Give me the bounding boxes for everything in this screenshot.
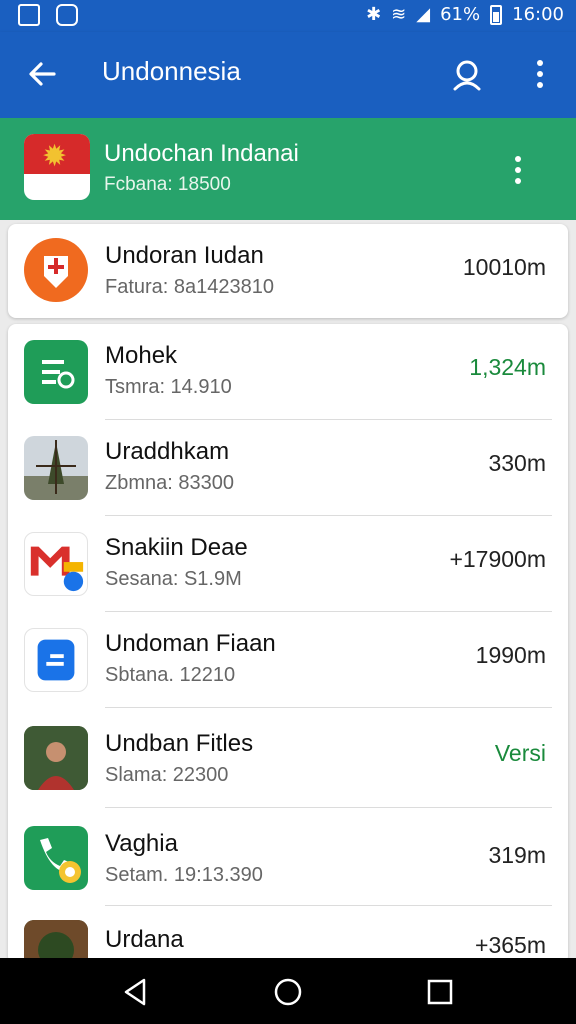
list-item[interactable]: Undoman Fiaan Sbtana. 12210 1990m (8, 612, 568, 708)
top-card[interactable]: Undoran Iudan Fatura: 8a1423810 10010m (8, 224, 568, 318)
item-name: Mohek (105, 342, 178, 369)
navigation-bar (0, 958, 576, 1024)
battery-icon (490, 4, 503, 25)
item-subtitle: Slama: 22300 (105, 764, 229, 786)
shield-icon (24, 238, 88, 302)
list-item[interactable]: Mohek Tsmra: 14.910 1,324m (8, 324, 568, 420)
item-name: Urdana (105, 926, 184, 953)
featured-menu-icon[interactable] (508, 154, 528, 188)
item-subtitle: Sesana: S1.9M (105, 568, 242, 590)
nav-back-icon[interactable] (120, 976, 152, 1008)
list-item[interactable]: Undban Fitles Slama: 22300 Versi (8, 708, 568, 808)
item-value: 1,324m (469, 354, 546, 380)
bluetooth-icon: ✱ (366, 4, 382, 25)
back-arrow-icon[interactable] (26, 58, 58, 90)
nav-home-icon[interactable] (272, 976, 304, 1008)
list-item[interactable]: Undoran Iudan Fatura: 8a1423810 10010m (8, 224, 568, 320)
item-value: +365m (475, 932, 546, 958)
item-name: Vaghia (105, 830, 178, 857)
clock: 16:00 (512, 4, 564, 25)
nav-recents-icon[interactable] (424, 976, 456, 1008)
image-notification-icon (18, 4, 40, 26)
search-icon[interactable] (450, 58, 484, 92)
item-value: 1990m (475, 642, 546, 668)
page-title: Undonnesia (102, 56, 241, 86)
item-name: Undoran Iudan (105, 242, 264, 269)
item-value: +17900m (449, 546, 546, 572)
app-bar: Undonnesia (0, 32, 576, 118)
tree-icon (24, 436, 88, 500)
app-icon (24, 628, 88, 692)
wifi-icon: ≋ (391, 4, 407, 25)
status-bar: ✱ ≋ ◢ 61% 16:00 (0, 0, 576, 32)
ledger-icon (24, 340, 88, 404)
phone-icon (24, 826, 88, 890)
featured-item[interactable]: ✹ Undochan Indanai Fcbana: 18500 (0, 118, 576, 220)
item-value: 319m (488, 842, 546, 868)
list-item[interactable]: Snakiin Deae Sesana: S1.9M +17900m (8, 516, 568, 612)
item-name: Undoman Fiaan (105, 630, 276, 657)
item-name: Uraddhkam (105, 438, 230, 465)
item-name: Undban Fitles (105, 730, 254, 757)
featured-subtitle: Fcbana: 18500 (104, 174, 231, 195)
list-card: Mohek Tsmra: 14.910 1,324m Uraddhkam Zbm… (8, 324, 568, 964)
item-subtitle: Sbtana. 12210 (105, 664, 236, 686)
item-subtitle: Tsmra: 14.910 (105, 376, 232, 398)
item-name: Snakiin Deae (105, 534, 248, 561)
featured-title: Undochan Indanai (104, 140, 299, 167)
list-item[interactable]: Vaghia Setam. 19:13.390 319m (8, 808, 568, 906)
item-value: Versi (494, 740, 546, 766)
photo-icon (24, 726, 88, 790)
app-notification-icon (56, 4, 78, 26)
item-subtitle: Fatura: 8a1423810 (105, 276, 275, 298)
item-value: 10010m (462, 254, 546, 280)
list-item[interactable]: Uraddhkam Zbmna: 83300 330m (8, 420, 568, 516)
battery-percent: 61% (440, 4, 481, 25)
overflow-menu-icon[interactable] (530, 58, 550, 92)
flag-app-icon: ✹ (24, 134, 90, 200)
mail-icon (24, 532, 88, 596)
list-item[interactable]: Urdana +365m (8, 906, 568, 964)
signal-icon: ◢ (416, 4, 431, 25)
item-value: 330m (488, 450, 546, 476)
item-subtitle: Zbmna: 83300 (105, 472, 234, 494)
item-subtitle: Setam. 19:13.390 (105, 864, 263, 886)
